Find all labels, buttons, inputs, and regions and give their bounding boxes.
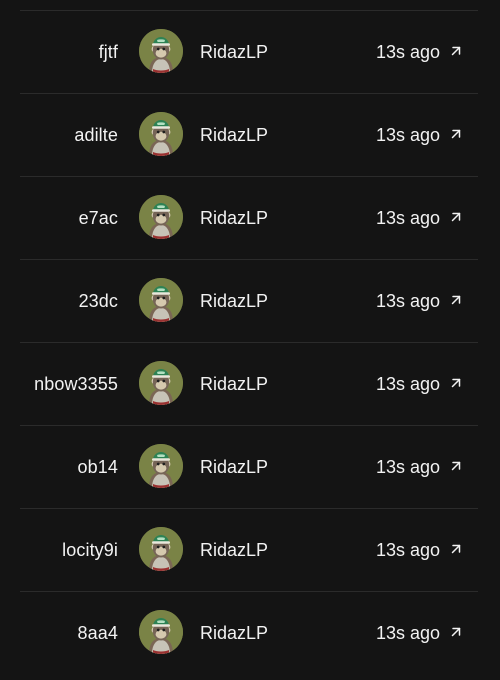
row-divider	[20, 342, 478, 343]
external-link-icon[interactable]	[449, 127, 463, 141]
item-name[interactable]: ob14	[0, 456, 118, 478]
external-link-icon[interactable]	[449, 542, 463, 556]
item-name[interactable]: nbow3355	[0, 373, 118, 395]
timestamp: 13s ago	[376, 623, 441, 643]
row-divider	[20, 259, 478, 260]
timestamp: 13s ago	[376, 208, 441, 228]
external-link-icon[interactable]	[449, 459, 463, 473]
item-name[interactable]: 23dc	[0, 290, 118, 312]
item-name[interactable]: fjtf	[0, 41, 118, 63]
user-name[interactable]: RidazLP	[200, 373, 268, 395]
ape-avatar[interactable]	[139, 278, 183, 322]
external-link-icon[interactable]	[449, 625, 463, 639]
row-divider	[20, 10, 478, 11]
row-divider	[20, 591, 478, 592]
timestamp: 13s ago	[376, 457, 441, 477]
ape-avatar[interactable]	[139, 527, 183, 571]
item-name[interactable]: adilte	[0, 124, 118, 146]
user-name[interactable]: RidazLP	[200, 290, 268, 312]
list-item[interactable]: 8aa4 RidazLP 13s ago	[0, 591, 500, 674]
ape-avatar[interactable]	[139, 444, 183, 488]
ape-avatar[interactable]	[139, 29, 183, 73]
list-item[interactable]: nbow3355 RidazLP 13s ago	[0, 342, 500, 425]
ape-avatar[interactable]	[139, 112, 183, 156]
ape-avatar[interactable]	[139, 610, 183, 654]
user-name[interactable]: RidazLP	[200, 622, 268, 644]
list-item[interactable]: locity9i RidazLP 13s ago	[0, 508, 500, 591]
item-name[interactable]: e7ac	[0, 207, 118, 229]
list-item[interactable]: ob14 RidazLP 13s ago	[0, 425, 500, 508]
timestamp: 13s ago	[376, 374, 441, 394]
user-name[interactable]: RidazLP	[200, 539, 268, 561]
external-link-icon[interactable]	[449, 376, 463, 390]
list-item[interactable]: adilte RidazLP 13s ago	[0, 93, 500, 176]
user-name[interactable]: RidazLP	[200, 124, 268, 146]
user-name[interactable]: RidazLP	[200, 41, 268, 63]
ape-avatar[interactable]	[139, 361, 183, 405]
ape-avatar[interactable]	[139, 195, 183, 239]
list-item[interactable]: 23dc RidazLP 13s ago	[0, 259, 500, 342]
row-divider	[20, 508, 478, 509]
row-divider	[20, 425, 478, 426]
timestamp: 13s ago	[376, 125, 441, 145]
list-item[interactable]: fjtf RidazLP 13s ago	[0, 10, 500, 93]
user-name[interactable]: RidazLP	[200, 456, 268, 478]
timestamp: 13s ago	[376, 291, 441, 311]
external-link-icon[interactable]	[449, 210, 463, 224]
external-link-icon[interactable]	[449, 293, 463, 307]
external-link-icon[interactable]	[449, 44, 463, 58]
row-divider	[20, 176, 478, 177]
activity-list: fjtf RidazLP 13s ago adilte RidazLP 13s …	[0, 0, 500, 680]
item-name[interactable]: locity9i	[0, 539, 118, 561]
row-divider	[20, 93, 478, 94]
list-item[interactable]: e7ac RidazLP 13s ago	[0, 176, 500, 259]
timestamp: 13s ago	[376, 540, 441, 560]
timestamp: 13s ago	[376, 42, 441, 62]
user-name[interactable]: RidazLP	[200, 207, 268, 229]
item-name[interactable]: 8aa4	[0, 622, 118, 644]
